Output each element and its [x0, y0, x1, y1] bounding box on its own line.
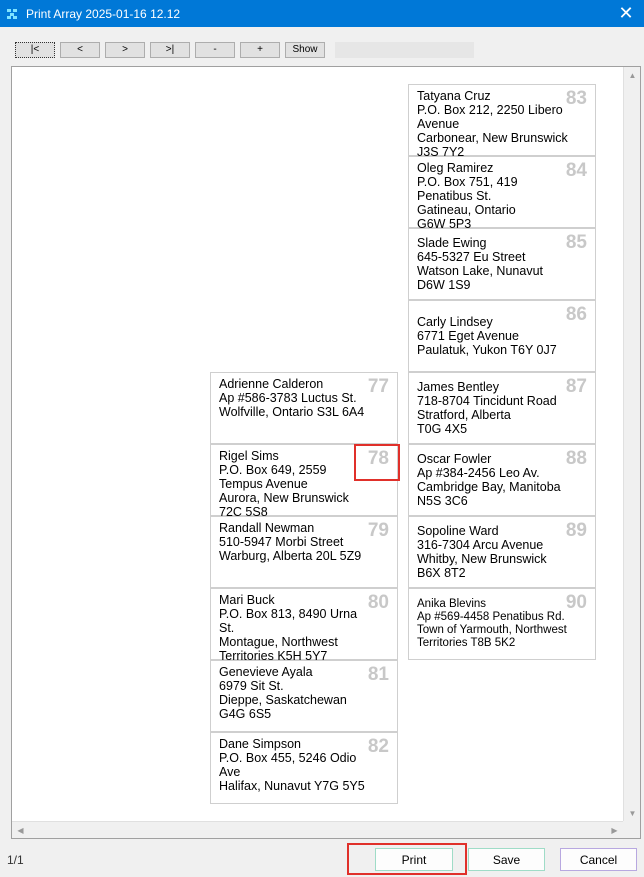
vertical-scrollbar[interactable]: ▲ ▼	[623, 67, 640, 822]
label-number: 86	[565, 304, 587, 325]
label-address-line: Paulatuk, Yukon T6Y 0J7	[417, 343, 557, 357]
label-address-line: Cambridge Bay, Manitoba	[417, 480, 561, 494]
label-address-line: Stratford, Alberta	[417, 408, 511, 422]
label-number: 81	[367, 664, 389, 685]
first-page-button[interactable]: |<	[15, 42, 55, 58]
label-number: 80	[367, 592, 389, 613]
label-number: 85	[565, 232, 587, 253]
close-icon[interactable]: ✕	[616, 3, 636, 23]
next-page-button[interactable]: >	[105, 42, 145, 58]
zoom-out-button[interactable]: -	[195, 42, 235, 58]
address-label: 81 Genevieve Ayala 6979 Sit St. Dieppe, Sas…	[210, 660, 398, 732]
scroll-right-icon[interactable]: ▶	[606, 822, 623, 839]
label-address-line: T0G 4X5	[417, 422, 468, 436]
save-button[interactable]: Save	[468, 848, 545, 871]
last-page-button[interactable]: >|	[150, 42, 190, 58]
horizontal-scrollbar[interactable]: ◀ ▶	[12, 821, 623, 838]
scroll-corner	[623, 821, 640, 838]
print-highlight	[347, 843, 467, 875]
scroll-left-icon[interactable]: ◀	[12, 822, 29, 839]
label-number: 83	[565, 88, 587, 109]
label-number: 82	[367, 736, 389, 757]
label-address-line: Territories T8B 5K2	[417, 637, 516, 649]
address-label: 86 Carly Lindsey 6771 Eget Avenue Paulatuk,…	[408, 300, 596, 372]
label-number: 77	[367, 376, 389, 397]
address-label: 89 Sopoline Ward 316-7304 Arcu Avenue Whitb…	[408, 516, 596, 588]
label-address-line: Penatibus St.	[417, 189, 492, 203]
label-address-line: Watson Lake, Nunavut	[417, 264, 543, 278]
label-number: 90	[565, 592, 587, 613]
label-number: 88	[565, 448, 587, 469]
print-preview-area[interactable]: 77 Adrienne Calderon Ap #586-3783 Luctus S…	[11, 66, 641, 839]
label-address-line: Town of Yarmouth, Northwest	[417, 624, 567, 636]
label-address-line: Ave	[219, 765, 241, 779]
address-label: 83 Tatyana Cruz P.O. Box 212, 2250 Libero A…	[408, 84, 596, 159]
zoom-in-button[interactable]: +	[240, 42, 280, 58]
label-number: 79	[367, 520, 389, 541]
prev-page-button[interactable]: <	[60, 42, 100, 58]
label-address-line: Avenue	[417, 117, 460, 131]
search-input[interactable]	[335, 42, 474, 58]
app-icon	[7, 8, 19, 20]
address-label: 82 Dane Simpson P.O. Box 455, 5246 Odio Ave…	[210, 732, 398, 804]
label-address-line: Aurora, New Brunswick	[219, 491, 349, 505]
scroll-up-icon[interactable]: ▲	[624, 67, 641, 84]
address-label: 80 Mari Buck P.O. Box 813, 8490 Urna St. Mon…	[210, 588, 398, 663]
label-address-line: G4G 6S5	[219, 707, 272, 721]
label-number: 84	[565, 160, 587, 181]
page-indicator: 1/1	[7, 853, 24, 867]
address-label: 84 Oleg Ramirez P.O. Box 751, 419 Penatibus…	[408, 156, 596, 231]
label-address-line: Whitby, New Brunswick	[417, 552, 547, 566]
address-label: 85 Slade Ewing 645-5327 Eu Street Watson La…	[408, 228, 596, 300]
selection-highlight	[354, 444, 400, 481]
scroll-down-icon[interactable]: ▼	[624, 805, 641, 822]
label-address-line: Wolfville, Ontario S3L 6A4	[219, 405, 365, 419]
address-label: 90 Anika Blevins Ap #569-4458 Penatibus Rd…	[408, 588, 596, 660]
label-address-line: 6771 Eget Avenue	[417, 329, 519, 343]
address-label: 77 Adrienne Calderon Ap #586-3783 Luctus S…	[210, 372, 398, 444]
address-label: 79 Randall Newman 510-5947 Morbi Street War…	[210, 516, 398, 588]
show-button[interactable]: Show	[285, 42, 325, 58]
address-label: 88 Oscar Fowler Ap #384-2456 Leo Av. Cambri…	[408, 444, 596, 516]
label-address-line: Halifax, Nunavut Y7G 5Y5	[219, 779, 365, 793]
title-bar: Print Array 2025-01-16 12.12 ✕	[0, 0, 644, 27]
label-address-line: Gatineau, Ontario	[417, 203, 516, 217]
label-address-line: Dieppe, Saskatchewan	[219, 693, 347, 707]
address-label: 87 James Bentley 718-8704 Tincidunt Road St…	[408, 372, 596, 444]
label-address-line: D6W 1S9	[417, 278, 471, 292]
window-title: Print Array 2025-01-16 12.12	[26, 6, 181, 21]
label-address-line: Warburg, Alberta 20L 5Z9	[219, 549, 362, 563]
label-address-line: St.	[219, 621, 235, 635]
label-address-line: N5S 3C6	[417, 494, 468, 508]
label-address-line: Montague, Northwest	[219, 635, 338, 649]
label-number: 87	[565, 376, 587, 397]
label-address-line: Carbonear, New Brunswick	[417, 131, 568, 145]
label-address-line: B6X 8T2	[417, 566, 466, 580]
label-number: 89	[565, 520, 587, 541]
cancel-button[interactable]: Cancel	[560, 848, 637, 871]
